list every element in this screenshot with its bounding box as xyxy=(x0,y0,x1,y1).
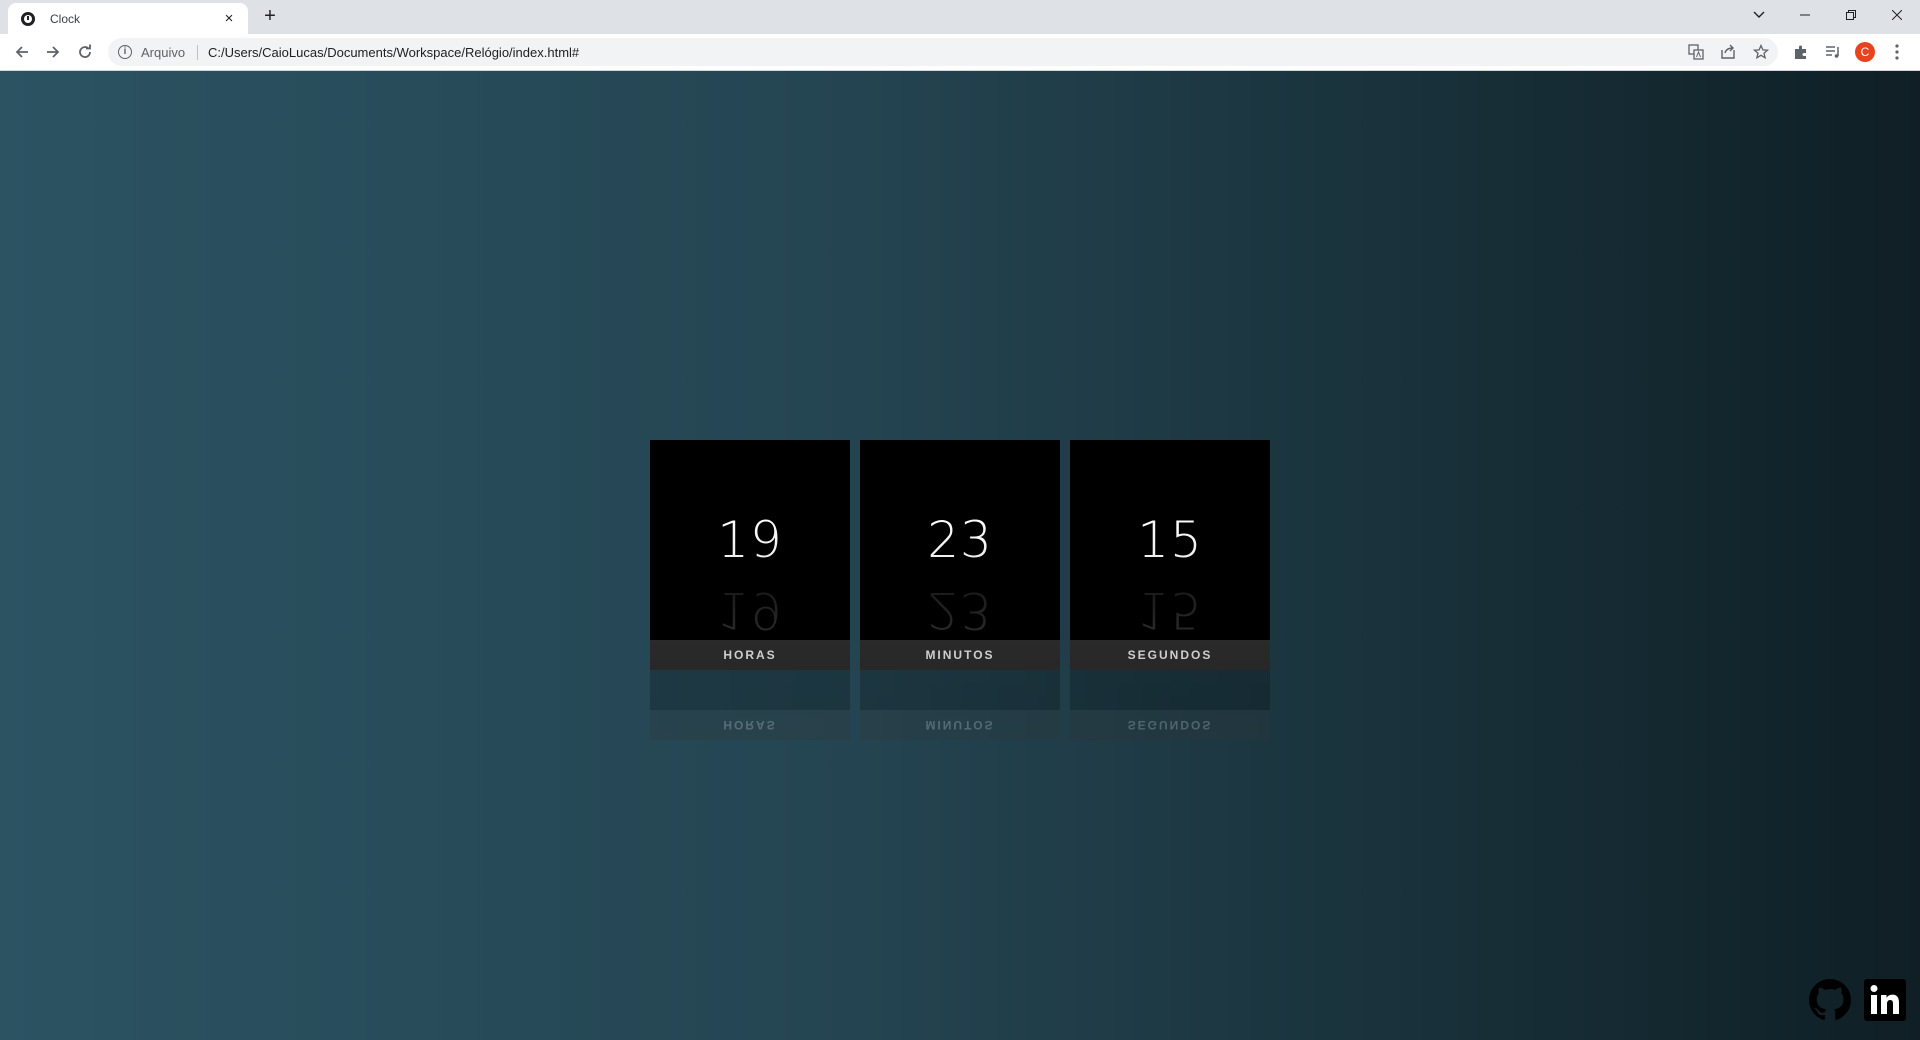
hours-reflection-value: 19 xyxy=(650,510,850,710)
minutes-reflection-label: MINUTOS xyxy=(860,710,1060,740)
new-tab-button[interactable]: + xyxy=(259,6,281,28)
linkedin-icon xyxy=(1864,979,1906,1021)
seconds-reflection-label: SEGUNDOS xyxy=(1070,710,1270,740)
clock-reflection: 19 HORAS 23 MINUTOS 15 SEGUNDOS xyxy=(650,510,1270,740)
tab-search-button[interactable] xyxy=(1736,0,1782,30)
avatar: C xyxy=(1855,42,1875,62)
tab-close-button[interactable]: × xyxy=(220,10,238,27)
url-text[interactable]: C:/Users/CaioLucas/Documents/Workspace/R… xyxy=(208,45,579,60)
seconds-reflection: 15 SEGUNDOS xyxy=(1070,510,1270,740)
star-icon xyxy=(1753,44,1769,60)
hours-reflection-label: HORAS xyxy=(650,710,850,740)
browser-toolbar: i Arquivo C:/Users/CaioLucas/Documents/W… xyxy=(0,34,1920,71)
tab-strip: Clock × + xyxy=(0,0,1920,34)
share-icon xyxy=(1721,44,1735,59)
address-separator xyxy=(197,45,198,60)
info-icon[interactable]: i xyxy=(118,45,132,59)
address-bar[interactable]: i Arquivo C:/Users/CaioLucas/Documents/W… xyxy=(108,38,1778,66)
playlist-icon xyxy=(1826,46,1839,58)
arrow-right-icon xyxy=(47,46,60,58)
forward-button[interactable] xyxy=(39,38,67,66)
clock-favicon-icon xyxy=(21,11,35,26)
restore-button[interactable] xyxy=(1828,0,1874,30)
kebab-menu-icon xyxy=(1895,44,1899,60)
profile-button[interactable]: C xyxy=(1851,38,1879,66)
tab-title: Clock xyxy=(50,11,81,26)
minimize-button[interactable] xyxy=(1782,0,1828,30)
chevron-down-icon xyxy=(1753,11,1765,18)
close-window-button[interactable] xyxy=(1874,0,1920,30)
seconds-reflection-value: 15 xyxy=(1070,510,1270,710)
minutes-reflection-value: 23 xyxy=(860,510,1060,710)
arrow-left-icon xyxy=(15,46,28,58)
translate-icon xyxy=(1688,44,1704,60)
bookmark-button[interactable] xyxy=(1751,42,1771,62)
hours-reflection: 19 HORAS xyxy=(650,510,850,740)
security-label: Arquivo xyxy=(141,45,186,60)
github-link[interactable] xyxy=(1809,979,1851,1021)
extensions-button[interactable] xyxy=(1787,38,1815,66)
share-button[interactable] xyxy=(1718,42,1738,62)
menu-button[interactable] xyxy=(1883,38,1911,66)
minutes-reflection: 23 MINUTOS xyxy=(860,510,1060,740)
reading-list-button[interactable] xyxy=(1819,38,1847,66)
back-button[interactable] xyxy=(8,38,36,66)
linkedin-link[interactable] xyxy=(1864,979,1906,1021)
tab-clock[interactable]: Clock × xyxy=(8,3,248,34)
close-icon xyxy=(1892,10,1902,20)
reload-button[interactable] xyxy=(71,38,99,66)
page-content: 19 HORAS 23 MINUTOS 15 SEGUNDOS 19 HORAS… xyxy=(0,71,1920,1040)
puzzle-icon xyxy=(1795,45,1806,59)
reload-icon xyxy=(79,44,91,58)
github-icon xyxy=(1809,979,1851,1020)
translate-button[interactable] xyxy=(1686,42,1706,62)
restore-icon xyxy=(1846,10,1856,20)
minimize-icon xyxy=(1800,14,1810,16)
